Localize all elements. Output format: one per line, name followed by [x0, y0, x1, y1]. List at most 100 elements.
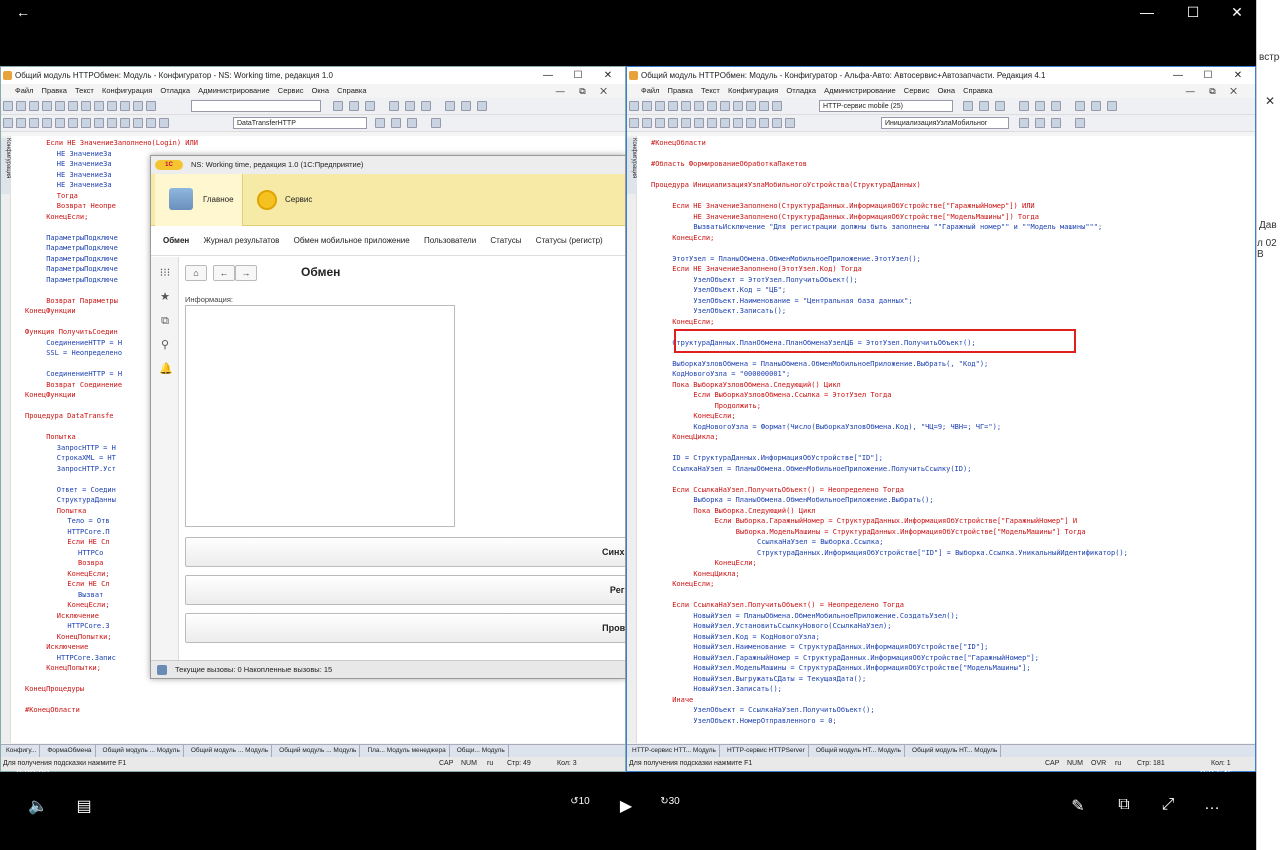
check-button[interactable]: Прове [185, 613, 625, 643]
toolbar-icon[interactable] [120, 101, 130, 111]
toolbar-icon[interactable] [629, 118, 639, 128]
mdi-controls[interactable]: — ⧉ ✕ [1186, 84, 1243, 98]
toolbar-icon[interactable] [642, 118, 652, 128]
taskbar-item[interactable]: Общий модуль ... Модуль [276, 745, 361, 757]
menu-administration[interactable]: Администрирование [198, 86, 270, 95]
toolbar-icon[interactable] [995, 101, 1005, 111]
toolbar-icon[interactable] [3, 118, 13, 128]
toolbar-icon[interactable] [120, 118, 130, 128]
toolbar-icon[interactable] [1051, 101, 1061, 111]
menu-edit[interactable]: Правка [668, 86, 693, 95]
menu-service[interactable]: Сервис [278, 86, 304, 95]
menu-debug[interactable]: Отладка [160, 86, 190, 95]
section-service[interactable]: Сервис [243, 174, 323, 226]
close-button[interactable]: ✕ [1214, 0, 1260, 24]
toolbar-icon[interactable] [146, 118, 156, 128]
more-icon[interactable]: … [1200, 796, 1224, 814]
minimize-icon[interactable]: — [533, 67, 563, 84]
toolbar-icon[interactable] [707, 118, 717, 128]
toolbar-icon[interactable] [629, 101, 639, 111]
forward-icon[interactable]: → [235, 265, 257, 281]
home-icon[interactable]: ⌂ [185, 265, 207, 281]
taskbar-item[interactable]: Общий модуль HT... Модуль [909, 745, 1002, 757]
toolbar-icon[interactable] [720, 101, 730, 111]
toolbar-icon[interactable] [42, 101, 52, 111]
tab-results-log[interactable]: Журнал результатов [204, 236, 280, 245]
toolbar-icon[interactable] [42, 118, 52, 128]
menu-windows[interactable]: Окна [312, 86, 329, 95]
menu-help[interactable]: Справка [963, 86, 992, 95]
toolbar-icon[interactable] [1075, 101, 1085, 111]
toolbar-icon[interactable] [55, 118, 65, 128]
toolbar-icon[interactable] [133, 118, 143, 128]
back-button[interactable]: ← [0, 0, 46, 24]
toolbar-icon[interactable] [720, 118, 730, 128]
toolbar-icon[interactable] [963, 101, 973, 111]
tab-users[interactable]: Пользователи [424, 236, 476, 245]
history-icon[interactable]: ⧉ [159, 315, 171, 327]
menu-file[interactable]: Файл [641, 86, 659, 95]
toolbar-icon[interactable] [94, 118, 104, 128]
miniplayer-icon[interactable]: ⧉ [1112, 796, 1136, 814]
captions-icon[interactable]: ▤ [72, 796, 96, 816]
toolbar-icon[interactable] [668, 118, 678, 128]
back-icon[interactable]: ← [213, 265, 235, 281]
toolbar-icon[interactable] [759, 101, 769, 111]
menu-windows[interactable]: Окна [938, 86, 955, 95]
toolbar-icon[interactable] [3, 101, 13, 111]
toolbar-icon[interactable] [707, 101, 717, 111]
toolbar-icon[interactable] [107, 118, 117, 128]
toolbar-icon[interactable] [29, 101, 39, 111]
toolbar-icon[interactable] [1107, 101, 1117, 111]
toolbar-icon[interactable] [694, 101, 704, 111]
maximize-icon[interactable]: ☐ [563, 67, 593, 84]
toolbar-icon[interactable] [772, 118, 782, 128]
toolbar-icon[interactable] [979, 101, 989, 111]
toolbar-icon[interactable] [159, 118, 169, 128]
procedure-combo[interactable]: ИнициализацияУзлаМобильног [881, 117, 1009, 129]
taskbar-item[interactable]: ФормаОбмена [44, 745, 96, 757]
menu-help[interactable]: Справка [337, 86, 366, 95]
sync-button[interactable]: Синхр [185, 537, 625, 567]
taskbar-item[interactable]: Конфигу... [3, 745, 41, 757]
toolbar-icon[interactable] [1035, 118, 1045, 128]
toolbar-icon[interactable] [81, 118, 91, 128]
tab-statuses-register[interactable]: Статусы (регистр) [536, 236, 603, 245]
menu-service[interactable]: Сервис [904, 86, 930, 95]
close-icon[interactable]: ✕ [1223, 67, 1253, 84]
toolbar-icon[interactable] [1035, 101, 1045, 111]
toolbar-icon[interactable] [1019, 118, 1029, 128]
toolbar-icon[interactable] [146, 101, 156, 111]
toolbar-icon[interactable] [1075, 118, 1085, 128]
taskbar-item[interactable]: HTTP-сервис HTTPServer [724, 745, 809, 757]
toolbar-icon[interactable] [1091, 101, 1101, 111]
toolbar-icon[interactable] [133, 101, 143, 111]
toolbar-icon[interactable] [445, 101, 455, 111]
bell-icon[interactable]: 🔔 [159, 363, 173, 375]
taskbar-item[interactable]: Общий модуль ... Модуль [100, 745, 184, 757]
minimize-icon[interactable]: — [1163, 67, 1193, 84]
star-icon[interactable]: ★ [159, 291, 171, 303]
menu-configuration[interactable]: Конфигурация [728, 86, 778, 95]
toolbar-icon[interactable] [746, 101, 756, 111]
grid-icon[interactable]: ⁝⁝⁝ [159, 267, 171, 279]
toolbar-icon[interactable] [477, 101, 487, 111]
tab-statuses[interactable]: Статусы [490, 236, 521, 245]
rewind-10-button[interactable]: ↺10 [566, 796, 594, 807]
toolbar-icon[interactable] [681, 118, 691, 128]
toolbar-icon[interactable] [68, 101, 78, 111]
toolbar-icon[interactable] [772, 101, 782, 111]
fullscreen-icon[interactable]: ⤢ [1156, 796, 1180, 814]
right-code-editor[interactable]: Конфигурация #КонецОбласти #Область Форми… [627, 136, 1255, 743]
toolbar-icon[interactable] [16, 118, 26, 128]
minimize-button[interactable]: — [1124, 0, 1170, 24]
maximize-button[interactable]: ☐ [1170, 0, 1216, 24]
toolbar-icon[interactable] [349, 101, 359, 111]
toolbar-icon[interactable] [68, 118, 78, 128]
maximize-icon[interactable]: ☐ [1193, 67, 1223, 84]
1c-logo[interactable]: 1С [155, 160, 183, 170]
toolbar-icon[interactable] [642, 101, 652, 111]
toolbar-icon[interactable] [55, 101, 65, 111]
tab-mobile-exchange[interactable]: Обмен мобильное приложение [294, 236, 410, 245]
toolbar-icon[interactable] [365, 101, 375, 111]
